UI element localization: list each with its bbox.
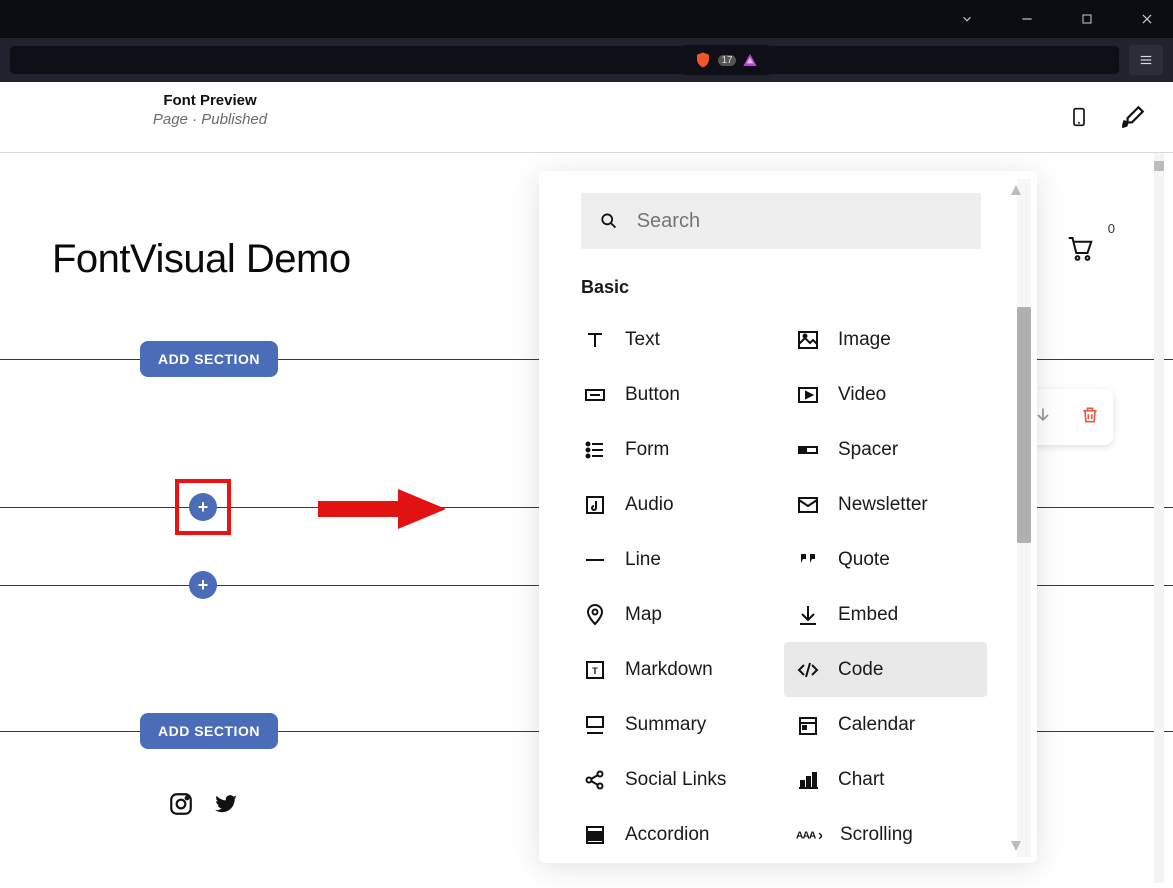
block-line[interactable]: Line bbox=[581, 532, 794, 587]
browser-menu-button[interactable] bbox=[1129, 45, 1163, 75]
browser-address-bar: 17 bbox=[0, 38, 1173, 82]
block-embed[interactable]: Embed bbox=[794, 587, 1007, 642]
page-subtitle: Page · Published bbox=[80, 111, 340, 128]
site-title: FontVisual Demo bbox=[52, 237, 351, 282]
block-video[interactable]: Video bbox=[794, 367, 1007, 422]
svg-text:T: T bbox=[592, 666, 598, 676]
page-title: Font Preview bbox=[80, 92, 340, 109]
accordion-icon bbox=[583, 823, 607, 847]
window-minimize-button[interactable] bbox=[1009, 5, 1045, 33]
block-button[interactable]: Button bbox=[581, 367, 794, 422]
cart-icon bbox=[1063, 233, 1097, 263]
add-section-button[interactable]: ADD SECTION bbox=[140, 713, 278, 749]
block-map[interactable]: Map bbox=[581, 587, 794, 642]
window-maximize-button[interactable] bbox=[1069, 5, 1105, 33]
block-label: Code bbox=[838, 659, 883, 681]
block-label: Chart bbox=[838, 769, 884, 791]
block-scrolling[interactable]: AAA Scrolling bbox=[794, 807, 1007, 862]
block-label: Accordion bbox=[625, 824, 710, 846]
social-links-icon bbox=[583, 768, 607, 792]
add-block-button[interactable]: + bbox=[189, 493, 217, 521]
map-icon bbox=[583, 603, 607, 627]
add-section-button[interactable]: ADD SECTION bbox=[140, 341, 278, 377]
block-chart[interactable]: Chart bbox=[794, 752, 1007, 807]
markdown-icon: T bbox=[583, 658, 607, 682]
twitter-icon[interactable] bbox=[212, 791, 240, 822]
block-label: Scrolling bbox=[840, 824, 913, 846]
delete-button[interactable] bbox=[1080, 405, 1100, 430]
button-icon bbox=[583, 383, 607, 407]
search-icon bbox=[599, 210, 619, 232]
block-label: Text bbox=[625, 329, 660, 351]
picker-section-label: Basic bbox=[581, 277, 1007, 298]
block-label: Button bbox=[625, 384, 680, 406]
block-social-links[interactable]: Social Links bbox=[581, 752, 794, 807]
block-label: Embed bbox=[838, 604, 898, 626]
block-label: Summary bbox=[625, 714, 706, 736]
page-scrollbar-track[interactable] bbox=[1154, 153, 1164, 883]
cart-button[interactable]: 0 bbox=[1063, 233, 1097, 268]
extension-pill[interactable]: 17 bbox=[679, 45, 773, 75]
paint-brush-button[interactable] bbox=[1119, 103, 1147, 131]
newsletter-icon bbox=[796, 493, 820, 517]
picker-scrollbar-thumb[interactable] bbox=[1017, 307, 1031, 543]
block-label: Calendar bbox=[838, 714, 915, 736]
block-label: Social Links bbox=[625, 769, 726, 791]
block-label: Markdown bbox=[625, 659, 713, 681]
block-label: Video bbox=[838, 384, 886, 406]
window-close-button[interactable] bbox=[1129, 5, 1165, 33]
caret-down-icon[interactable] bbox=[949, 5, 985, 33]
text-icon bbox=[583, 328, 607, 352]
spacer-icon bbox=[796, 438, 820, 462]
video-icon bbox=[796, 383, 820, 407]
summary-icon bbox=[583, 713, 607, 737]
block-form[interactable]: Form bbox=[581, 422, 794, 477]
block-label: Quote bbox=[838, 549, 890, 571]
annotation-arrow-icon bbox=[318, 489, 448, 529]
block-newsletter[interactable]: Newsletter bbox=[794, 477, 1007, 532]
block-image[interactable]: Image bbox=[794, 312, 1007, 367]
block-markdown[interactable]: T Markdown bbox=[581, 642, 794, 697]
image-icon bbox=[796, 328, 820, 352]
add-block-button[interactable]: + bbox=[189, 571, 217, 599]
block-label: Line bbox=[625, 549, 661, 571]
instagram-icon[interactable] bbox=[168, 791, 194, 822]
audio-icon bbox=[583, 493, 607, 517]
block-quote[interactable]: Quote bbox=[794, 532, 1007, 587]
block-label: Map bbox=[625, 604, 662, 626]
code-icon bbox=[796, 658, 820, 682]
block-spacer[interactable]: Spacer bbox=[794, 422, 1007, 477]
form-icon bbox=[583, 438, 607, 462]
triangle-icon bbox=[742, 52, 758, 68]
mobile-preview-button[interactable] bbox=[1065, 103, 1093, 131]
block-label: Form bbox=[625, 439, 669, 461]
block-label: Audio bbox=[625, 494, 674, 516]
cart-count: 0 bbox=[1108, 221, 1115, 236]
block-code[interactable]: Code bbox=[784, 642, 987, 697]
svg-text:AAA: AAA bbox=[796, 830, 817, 841]
embed-icon bbox=[796, 603, 820, 627]
brave-shield-icon bbox=[694, 51, 712, 69]
block-label: Image bbox=[838, 329, 891, 351]
block-accordion[interactable]: Accordion bbox=[581, 807, 794, 862]
line-icon bbox=[583, 548, 607, 572]
calendar-icon bbox=[796, 713, 820, 737]
block-label: Spacer bbox=[838, 439, 898, 461]
url-input[interactable] bbox=[10, 46, 1119, 74]
block-label: Newsletter bbox=[838, 494, 928, 516]
block-search[interactable] bbox=[581, 193, 981, 249]
scrolling-icon: AAA bbox=[796, 823, 822, 847]
block-calendar[interactable]: Calendar bbox=[794, 697, 1007, 752]
extension-badge: 17 bbox=[718, 55, 735, 66]
quote-icon bbox=[796, 548, 820, 572]
block-audio[interactable]: Audio bbox=[581, 477, 794, 532]
block-summary[interactable]: Summary bbox=[581, 697, 794, 752]
block-picker-panel: Basic Text Image Button Vide bbox=[539, 171, 1037, 863]
block-text[interactable]: Text bbox=[581, 312, 794, 367]
block-search-input[interactable] bbox=[637, 210, 963, 233]
page-scrollbar-thumb[interactable] bbox=[1154, 161, 1164, 171]
chart-icon bbox=[796, 768, 820, 792]
